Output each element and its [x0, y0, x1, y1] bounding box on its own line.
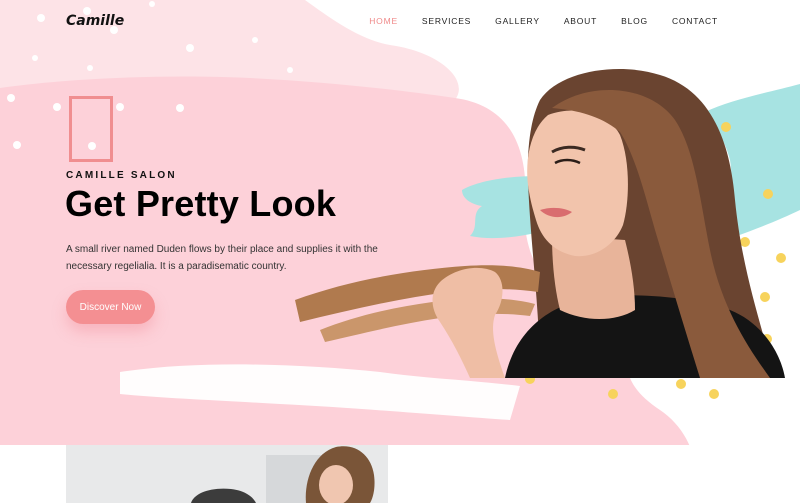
decorative-frame [69, 96, 113, 162]
hero-description: A small river named Duden flows by their… [66, 244, 378, 272]
nav-home[interactable]: HOME [369, 16, 398, 26]
gallery-preview-photo [66, 445, 388, 503]
nav-services[interactable]: SERVICES [422, 16, 471, 26]
main-menu: HOME SERVICES GALLERY ABOUT BLOG CONTACT [345, 16, 718, 26]
discover-now-button[interactable]: Discover Now [66, 290, 155, 324]
nav-about[interactable]: ABOUT [564, 16, 597, 26]
page-stage: Camille HOME SERVICES GALLERY ABOUT BLOG… [0, 0, 800, 503]
brand-logo[interactable]: Camille [66, 13, 124, 29]
nav-gallery[interactable]: GALLERY [495, 16, 540, 26]
gallery-preview-image [66, 445, 388, 503]
nav-blog[interactable]: BLOG [621, 16, 648, 26]
top-navbar: Camille HOME SERVICES GALLERY ABOUT BLOG… [0, 0, 800, 44]
nav-contact[interactable]: CONTACT [672, 16, 718, 26]
hero-model-photo [295, 68, 785, 378]
hero-title: Get Pretty Look [65, 183, 337, 224]
hero-kicker: CAMILLE SALON [66, 170, 177, 181]
